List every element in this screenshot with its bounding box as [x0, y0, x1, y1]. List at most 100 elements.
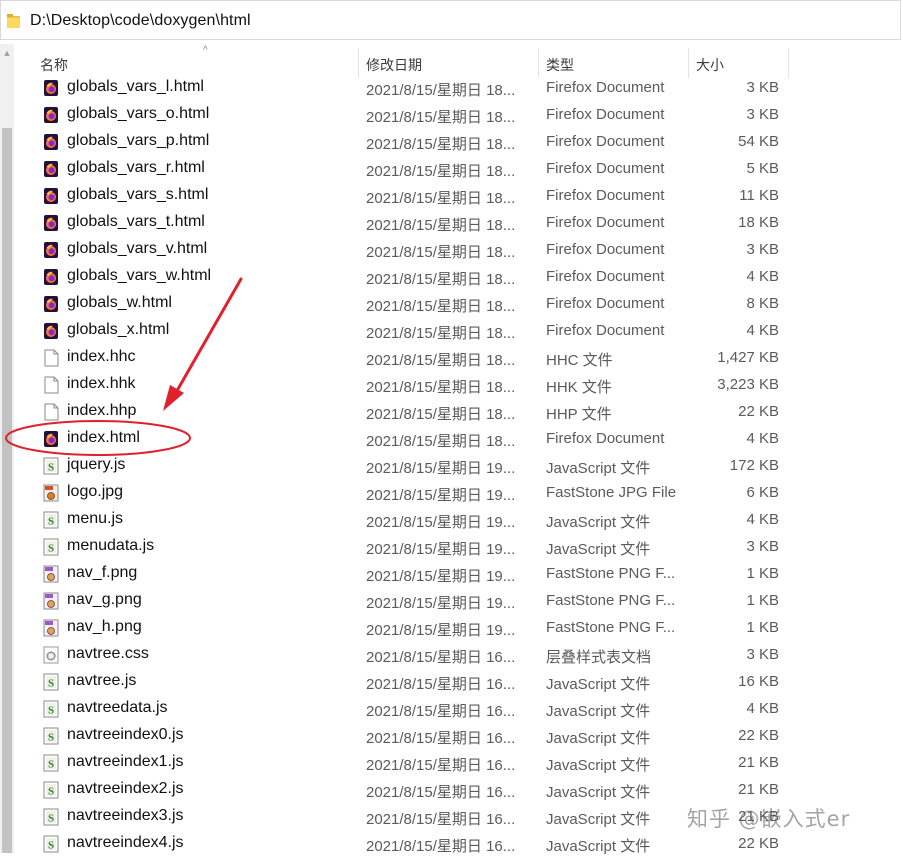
file-size: 3 KB	[746, 538, 779, 555]
file-row[interactable]: Sjquery.js 2021/8/15/星期日 19... JavaScript …	[14, 452, 903, 479]
file-row[interactable]: index.hhk 2021/8/15/星期日 18... HHK 文件 3,223 …	[14, 371, 903, 398]
file-row[interactable]: Snavtreeindex0.js 2021/8/15/星期日 16... Java…	[14, 722, 903, 749]
firefox-document-icon	[44, 296, 58, 312]
file-name[interactable]: globals_w.html	[67, 294, 172, 312]
file-row[interactable]: nav_g.png 2021/8/15/星期日 19... FastStone PN…	[14, 587, 903, 614]
file-size: 4 KB	[746, 322, 779, 339]
file-name[interactable]: globals_vars_s.html	[67, 186, 208, 204]
svg-text:S: S	[48, 813, 54, 825]
file-type: Firefox Document	[546, 268, 665, 285]
file-name[interactable]: globals_vars_l.html	[67, 78, 204, 96]
file-name[interactable]: navtreeindex2.js	[67, 780, 184, 798]
firefox-document-icon	[44, 80, 58, 96]
file-name[interactable]: nav_h.png	[67, 618, 142, 636]
file-type: JavaScript 文件	[546, 541, 651, 558]
svg-text:S: S	[48, 678, 54, 690]
javascript-file-icon: S	[43, 781, 59, 799]
file-name[interactable]: menudata.js	[67, 537, 154, 555]
scrollbar-thumb[interactable]	[2, 128, 12, 853]
file-row[interactable]: nav_f.png 2021/8/15/星期日 19... FastStone PN…	[14, 560, 903, 587]
file-row[interactable]: globals_vars_s.html 2021/8/15/星期日 18... Fi…	[14, 182, 903, 209]
file-name[interactable]: globals_vars_w.html	[67, 267, 211, 285]
file-name[interactable]: logo.jpg	[67, 483, 123, 501]
file-name[interactable]: menu.js	[67, 510, 123, 528]
file-type: JavaScript 文件	[546, 676, 651, 693]
file-name[interactable]: navtreeindex0.js	[67, 726, 184, 744]
file-type: FastStone JPG File	[546, 484, 677, 501]
file-name[interactable]: index.hhk	[67, 375, 136, 393]
file-row[interactable]: index.hhp 2021/8/15/星期日 18... HHP 文件 22 KB	[14, 398, 903, 425]
file-row[interactable]: Smenu.js 2021/8/15/星期日 19... JavaScript 文件…	[14, 506, 903, 533]
column-header-size[interactable]: 大小	[696, 55, 724, 75]
file-row[interactable]: Snavtreedata.js 2021/8/15/星期日 16... JavaSc…	[14, 695, 903, 722]
file-name[interactable]: nav_f.png	[67, 564, 137, 582]
file-name[interactable]: navtreedata.js	[67, 699, 168, 717]
firefox-document-icon	[44, 188, 58, 204]
file-size: 8 KB	[746, 295, 779, 312]
file-name[interactable]: index.hhp	[67, 402, 136, 420]
file-row[interactable]: globals_vars_l.html 2021/8/15/星期日 18... Fi…	[14, 74, 903, 101]
javascript-file-icon: S	[43, 511, 59, 529]
scroll-up-arrow-icon[interactable]: ▲	[0, 46, 14, 60]
svg-text:S: S	[48, 705, 54, 717]
file-name[interactable]: navtree.js	[67, 672, 136, 690]
file-modified-date: 2021/8/15/星期日 16...	[366, 811, 516, 828]
file-row[interactable]: globals_w.html 2021/8/15/星期日 18... Firefox…	[14, 290, 903, 317]
file-modified-date: 2021/8/15/星期日 19...	[366, 622, 516, 639]
file-size: 18 KB	[738, 214, 779, 231]
address-path[interactable]: D:\Desktop\code\doxygen\html	[30, 12, 251, 30]
file-name[interactable]: index.html	[67, 429, 140, 447]
file-name[interactable]: navtreeindex3.js	[67, 807, 184, 825]
file-row[interactable]: globals_x.html 2021/8/15/星期日 18... Firefox…	[14, 317, 903, 344]
file-modified-date: 2021/8/15/星期日 18...	[366, 136, 516, 153]
file-row[interactable]: globals_vars_w.html 2021/8/15/星期日 18... Fi…	[14, 263, 903, 290]
firefox-document-icon	[44, 323, 58, 339]
file-type: FastStone PNG F...	[546, 565, 676, 582]
firefox-document-icon	[44, 215, 58, 231]
file-name[interactable]: navtreeindex4.js	[67, 834, 184, 852]
file-row[interactable]: globals_vars_o.html 2021/8/15/星期日 18... Fi…	[14, 101, 903, 128]
file-name[interactable]: index.hhc	[67, 348, 136, 366]
file-row[interactable]: index.hhc 2021/8/15/星期日 18... HHC 文件 1,427 …	[14, 344, 903, 371]
file-row[interactable]: Snavtreeindex1.js 2021/8/15/星期日 16... Java…	[14, 749, 903, 776]
file-row[interactable]: globals_vars_v.html 2021/8/15/星期日 18... Fi…	[14, 236, 903, 263]
file-name[interactable]: navtreeindex1.js	[67, 753, 184, 771]
file-row[interactable]: logo.jpg 2021/8/15/星期日 19... FastStone JPG…	[14, 479, 903, 506]
file-name[interactable]: globals_vars_o.html	[67, 105, 209, 123]
file-name[interactable]: globals_vars_v.html	[67, 240, 207, 258]
file-row[interactable]: globals_vars_r.html 2021/8/15/星期日 18... Fi…	[14, 155, 903, 182]
file-row[interactable]: index.html 2021/8/15/星期日 18... Firefox Doc…	[14, 425, 903, 452]
file-size: 1,427 KB	[717, 349, 779, 366]
file-name[interactable]: globals_vars_p.html	[67, 132, 209, 150]
file-name[interactable]: navtree.css	[67, 645, 149, 663]
vertical-scrollbar[interactable]: ▲	[0, 44, 14, 853]
file-name[interactable]: nav_g.png	[67, 591, 142, 609]
file-name[interactable]: jquery.js	[67, 456, 125, 474]
file-type: JavaScript 文件	[546, 757, 651, 774]
file-size: 54 KB	[738, 133, 779, 150]
file-row[interactable]: Snavtreeindex2.js 2021/8/15/星期日 16... Java…	[14, 776, 903, 803]
file-name[interactable]: globals_vars_t.html	[67, 213, 205, 231]
file-modified-date: 2021/8/15/星期日 16...	[366, 730, 516, 747]
firefox-document-icon	[44, 431, 58, 447]
file-name[interactable]: globals_vars_r.html	[67, 159, 205, 177]
svg-text:S: S	[48, 840, 54, 852]
file-row[interactable]: Snavtree.js 2021/8/15/星期日 16... JavaScript…	[14, 668, 903, 695]
file-size: 21 KB	[738, 754, 779, 771]
column-header-type[interactable]: 类型	[546, 55, 574, 75]
file-row[interactable]: navtree.css 2021/8/15/星期日 16... 层叠样式表文档 3 K…	[14, 641, 903, 668]
file-size: 4 KB	[746, 511, 779, 528]
file-row[interactable]: globals_vars_p.html 2021/8/15/星期日 18... Fi…	[14, 128, 903, 155]
file-type: Firefox Document	[546, 133, 665, 150]
column-header-date[interactable]: 修改日期	[366, 55, 422, 75]
file-row[interactable]: Smenudata.js 2021/8/15/星期日 19... JavaScrip…	[14, 533, 903, 560]
firefox-document-icon	[44, 269, 58, 285]
file-type: JavaScript 文件	[546, 730, 651, 747]
file-type: Firefox Document	[546, 106, 665, 123]
file-row[interactable]: globals_vars_t.html 2021/8/15/星期日 18... Fi…	[14, 209, 903, 236]
file-size: 3 KB	[746, 106, 779, 123]
file-name[interactable]: globals_x.html	[67, 321, 169, 339]
address-bar[interactable]: D:\Desktop\code\doxygen\html	[0, 0, 901, 40]
column-header-name[interactable]: 名称	[40, 55, 68, 75]
file-row[interactable]: nav_h.png 2021/8/15/星期日 19... FastStone PN…	[14, 614, 903, 641]
